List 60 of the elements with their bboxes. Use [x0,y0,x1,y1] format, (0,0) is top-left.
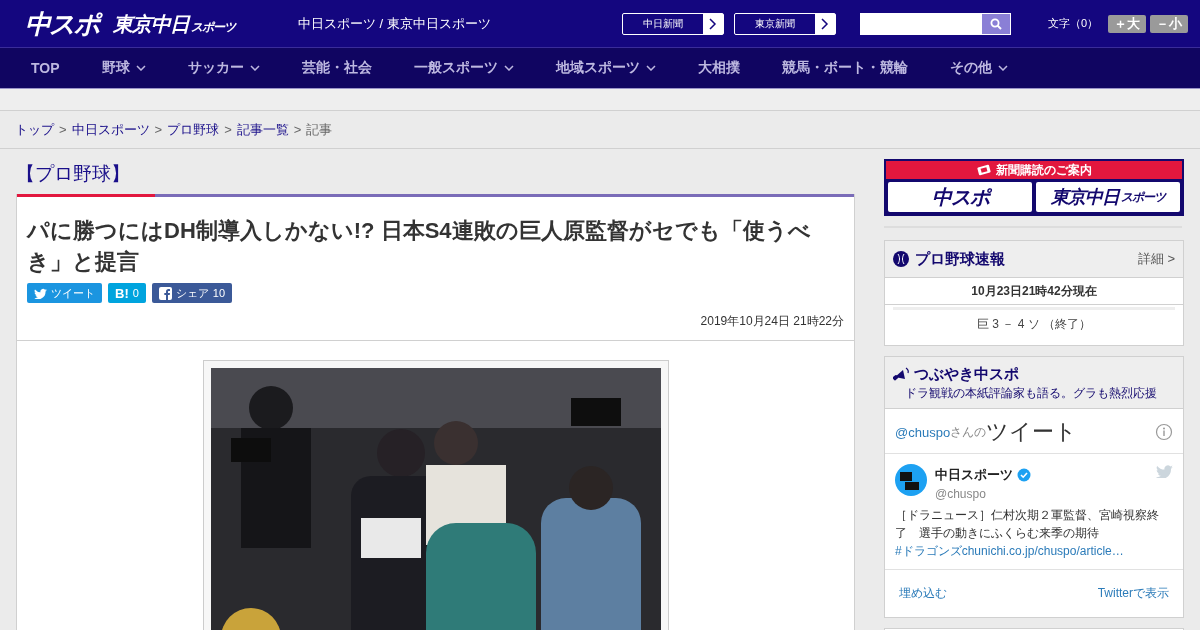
chevron-right-icon [815,13,835,34]
nav-item[interactable]: 一般スポーツ [397,48,530,88]
tweet-action-link[interactable]: Twitterで表示 [1097,585,1169,602]
chevron-right-icon [703,13,723,34]
breadcrumb-link[interactable]: プロ野球 [167,120,220,139]
breadcrumb-separator: > [59,122,67,137]
widget-title: プロ野球速報 [915,249,1005,269]
nav-item[interactable]: サッカー [171,48,276,88]
banner-title: 新聞購読のご案内 [995,161,1092,179]
nav-item[interactable]: 競馬・ボート・競輪 [765,48,924,88]
bird-icon [34,287,47,299]
megaphone-icon [893,366,910,383]
category-heading: 【プロ野球】 [16,162,131,186]
newspaper-link[interactable]: 東京新聞 [734,12,836,35]
nav-item[interactable]: 大相撲 [681,48,756,88]
search-button[interactable] [982,13,1010,34]
nav-item[interactable]: 地域スポーツ [539,48,672,88]
breadcrumb-link[interactable]: 中日スポーツ [71,120,150,139]
detail-link[interactable]: 詳細 > [1137,250,1175,268]
share-button[interactable]: シェア 10 [151,283,233,303]
baseball-icon [893,251,909,267]
newspaper-logo[interactable]: 東京中日スポーツ [1036,182,1180,212]
breadcrumb-separator: > [293,122,302,137]
tweet-action-link[interactable]: 埋め込む [899,585,947,602]
breadcrumb-link[interactable]: 記事一覧 [236,120,289,139]
nav-item[interactable]: その他 [933,48,1024,88]
breadcrumb-separator: > [154,122,163,137]
ticket-icon [976,164,991,176]
score-timestamp: 10月23日21時42分現在 [885,278,1183,305]
timeline-heading: ツイート [986,418,1078,446]
nav-item[interactable]: TOP [15,48,76,88]
avatar-icon[interactable] [895,464,927,496]
search-icon [990,17,1002,30]
font-size-label: 文字（0） [1048,16,1099,31]
nav-item[interactable]: 野球 [85,48,162,88]
breadcrumb-current: 記事 [306,120,333,139]
timeline-suffix: さんの [950,423,987,439]
newspaper-logo[interactable]: 中スポ [888,182,1032,212]
article-date: 2019年10月24日 21時22分 [700,313,844,330]
hashtag-link[interactable]: #ドラゴンズ [895,544,962,558]
newspaper-link[interactable]: 中日新聞 [622,12,724,35]
breadcrumb-link[interactable]: トップ [15,120,54,139]
facebook-icon [158,286,172,300]
tweet-text: ［ドラニュース］仁村次期２軍監督、宮崎視察終了 選手の動きにふくらむ来季の期待 #ドラゴンズchunichi.co.jp/chuspo/article… [895,507,1160,560]
widget-subtitle: ドラ観戦の本紙評論家も語る。グラも熱烈応援 [905,385,1158,402]
breadcrumb-separator: > [224,122,232,137]
user-link[interactable]: @chuspo [895,424,951,440]
bird-icon [1156,464,1173,478]
article-title: パに勝つにはDH制導入しかない!? 日本S4連敗の巨人原監督がセでも「使うべき」と提言 [27,217,812,276]
info-icon[interactable] [1155,423,1173,441]
site-tagline: 中日スポーツ / 東京中日スポーツ [298,14,492,33]
account-name[interactable]: 中日スポーツ [935,466,1013,484]
game-score[interactable]: 巨 3 － 4 ソ （終了） [893,307,1175,345]
widget-title: つぶやき中スポ [914,365,1019,384]
logo[interactable]: 東京中日スポーツ [113,13,235,34]
nav-item[interactable]: 芸能・社会 [285,48,388,88]
search-field[interactable] [860,12,1011,35]
subscription-banner[interactable]: 新聞購読のご案内 中スポ 東京中日スポーツ [884,159,1184,216]
account-handle[interactable]: @chuspo [935,487,1031,501]
article-link[interactable]: chunichi.co.jp/chuspo/article… [961,544,1124,558]
